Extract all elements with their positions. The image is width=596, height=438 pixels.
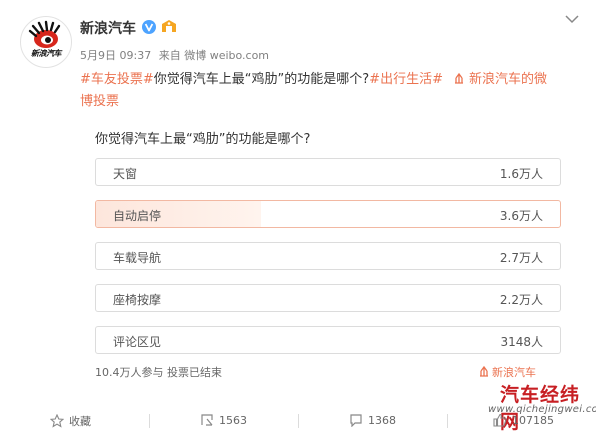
avatar[interactable]: 新浪汽车 (20, 16, 72, 68)
post-source[interactable]: 来自 微博 weibo.com (159, 49, 269, 62)
poll-option[interactable]: 车载导航 2.7万人 (95, 242, 561, 270)
link-icon (454, 72, 463, 84)
poll-option-label: 自动启停 (113, 209, 162, 223)
poll-option-count: 3.6万人 (499, 209, 543, 223)
star-icon (50, 414, 64, 428)
favorite-button[interactable]: 收藏 (50, 413, 91, 429)
hashtag-car-vote[interactable]: #车友投票# (80, 72, 154, 87)
chevron-down-icon[interactable] (565, 14, 579, 24)
poll-option[interactable]: 天窗 1.6万人 (95, 158, 561, 186)
poll-option-count: 2.7万人 (499, 251, 543, 265)
repost-button[interactable]: 1563 (200, 413, 247, 427)
poll-option-label: 天窗 (113, 167, 138, 181)
poll-option-label: 评论区见 (113, 335, 162, 349)
poll-option-count: 2.2万人 (499, 293, 543, 307)
post-date[interactable]: 5月9日 09:37 (80, 49, 151, 62)
action-bar: 收藏 1563 1368 107185 (0, 408, 596, 438)
sina-eye-logo-icon (28, 20, 61, 48)
account-name[interactable]: 新浪汽车 (80, 18, 136, 38)
vip-member-icon[interactable] (160, 19, 178, 34)
poll-option-label: 座椅按摩 (113, 293, 162, 307)
poll-option-count: 1.6万人 (499, 167, 543, 181)
poll-option-count: 3148人 (500, 335, 543, 349)
poll-option-label: 车载导航 (113, 251, 162, 265)
poll-question: 你觉得汽车上最“鸡肋”的功能是哪个? (95, 132, 311, 147)
divider (298, 414, 299, 428)
comment-button[interactable]: 1368 (349, 413, 396, 427)
link-icon (480, 365, 488, 377)
avatar-label: 新浪汽车 (31, 49, 62, 58)
poll-option[interactable]: 评论区见 3148人 (95, 326, 561, 354)
poll-brand-link[interactable]: 新浪汽车 (478, 364, 536, 380)
poll-footer: 10.4万人参与 投票已结束 (95, 366, 222, 379)
post-text: #车友投票#你觉得汽车上最“鸡肋”的功能是哪个?#出行生活# 新浪汽车的微 博投票 (80, 69, 580, 113)
post-meta: 5月9日 09:37 来自 微博 weibo.com (80, 47, 273, 63)
repost-icon (201, 414, 213, 426)
thumbs-up-icon (493, 413, 507, 427)
like-button[interactable]: 107185 (493, 413, 554, 427)
divider (447, 414, 448, 428)
poll-option[interactable]: 座椅按摩 2.2万人 (95, 284, 561, 312)
divider (149, 414, 150, 428)
verified-v-icon (142, 20, 156, 34)
comment-icon (350, 414, 362, 427)
poll-option-selected[interactable]: 自动启停 3.6万人 (95, 200, 561, 228)
hashtag-travel-life[interactable]: #出行生活# (369, 72, 443, 87)
post-body: 你觉得汽车上最“鸡肋”的功能是哪个? (153, 72, 370, 87)
